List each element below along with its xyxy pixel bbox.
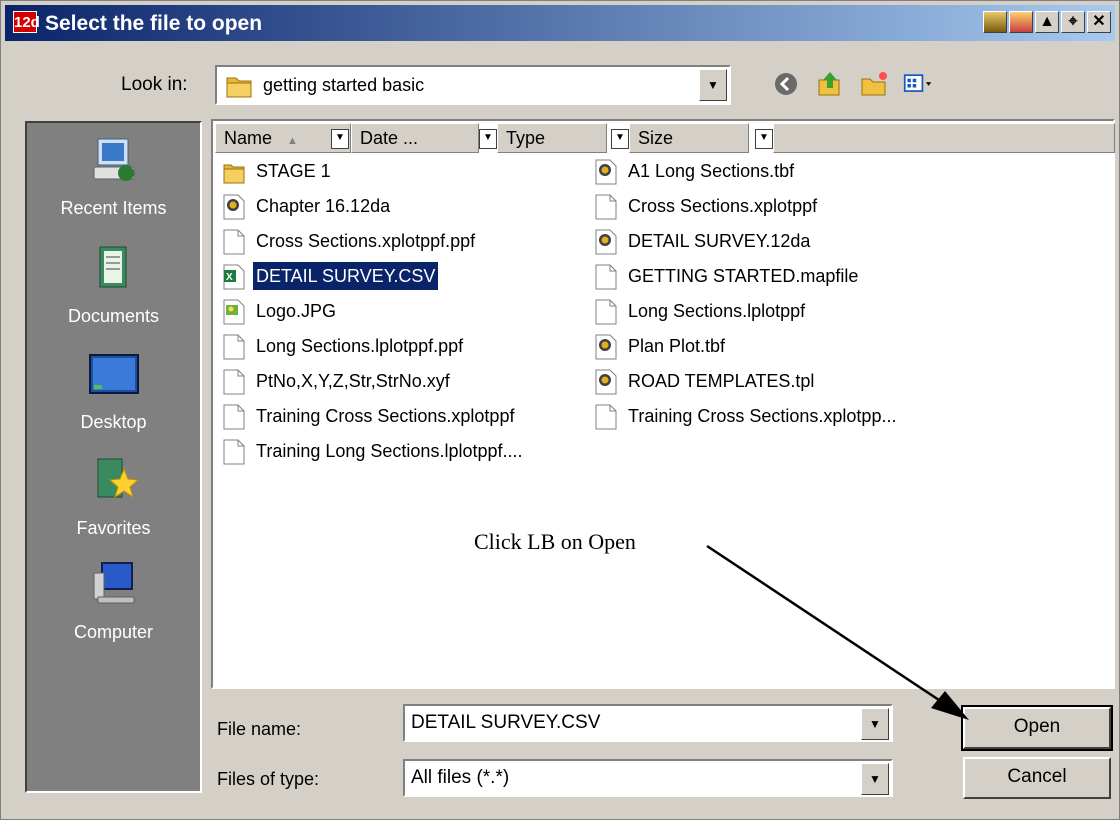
annotation-arrow (706, 544, 969, 720)
open-file-dialog: 12d Select the file to open ▲ ⌖ ✕ Look i… (0, 0, 1120, 820)
